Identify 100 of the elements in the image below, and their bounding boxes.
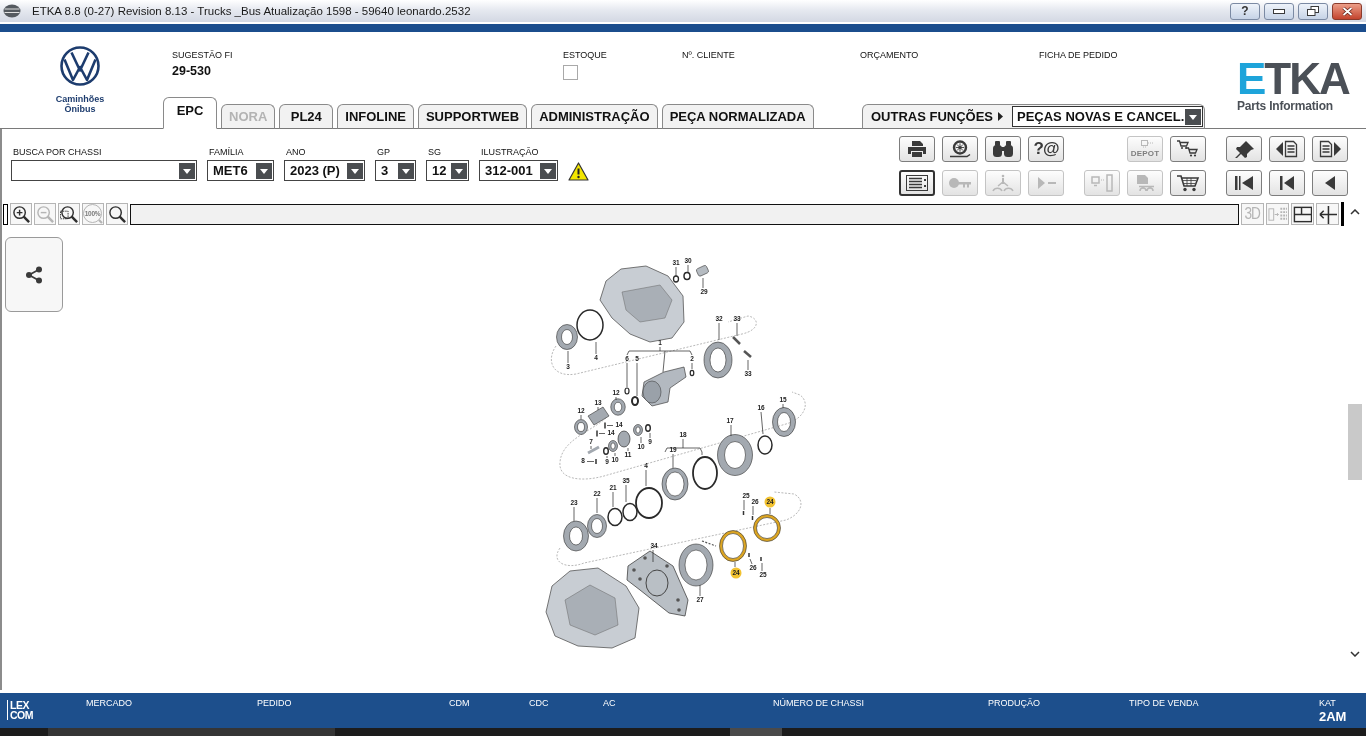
panel-splitter[interactable] [3,203,8,225]
skip-first-icon [1232,174,1256,192]
leader-line [640,436,642,444]
scroll-up-button[interactable] [1350,209,1360,215]
next-document-icon [1318,140,1342,158]
help-button[interactable]: ? [1230,2,1260,20]
leader-line [567,350,569,364]
close-icon [1341,6,1353,16]
zoom-area-button[interactable] [58,203,80,225]
leader-line [687,264,689,273]
share-button[interactable] [5,237,63,312]
leader-line [573,506,575,522]
status-label: TIPO DE VENDA [1129,698,1199,709]
brand-caption: Caminhões Ônibus [55,94,105,114]
field-label: ESTOQUE [563,50,607,61]
pin-button[interactable] [1226,136,1262,162]
select-field[interactable]: 12 [426,160,469,181]
ring-gear [717,434,753,476]
select-field[interactable] [11,160,197,181]
minimize-icon [1273,8,1285,14]
text-field[interactable] [130,203,1239,225]
company-logo: LEX COM [7,700,33,720]
back-to-start-button[interactable] [1269,170,1305,196]
gear-shaft [587,406,610,426]
warning-icon [568,162,589,181]
tab[interactable]: PEÇA NORMALIZADA [661,104,814,129]
cart-button[interactable] [1170,170,1206,196]
washer [645,424,651,432]
search-icon [107,204,127,224]
select-field[interactable]: 312-001 [479,160,558,181]
leader-line [734,561,736,568]
print-button[interactable] [899,136,935,162]
window-title: ETKA 8.8 (0-27) Revision 8.13 - Trucks _Bus Atualização 1598 - 59640 leonardo.2532 [32,5,471,17]
leader-line [652,549,654,563]
previous-document-button[interactable] [1269,136,1305,162]
status-label: CDC [529,698,549,709]
share-icon [25,265,43,284]
carts-icon [1176,140,1200,158]
field-label: FAMÍLIA [209,147,245,158]
wheel-button[interactable] [942,136,978,162]
scrollbar-thumb[interactable] [1348,404,1362,480]
first-button[interactable] [1226,170,1262,196]
cart-icon [1176,174,1200,192]
field-label: GP [377,147,391,158]
tab[interactable]: PL24 [279,104,334,129]
select-field[interactable]: 3 [375,160,416,181]
zoom-in-icon [11,204,31,224]
field-label: BUSCA POR CHASSI [13,147,103,158]
bearing [610,398,626,416]
split-view-button[interactable] [1316,203,1339,225]
minimize-button[interactable] [1264,2,1294,20]
synchro-ring [719,530,747,562]
magnifier-handle-icon [98,219,103,224]
cart-transfer-button[interactable] [1170,136,1206,162]
snap-ring [757,435,773,455]
bearing-race [661,467,689,501]
checkbox[interactable] [563,65,578,80]
vehicle-info-icon [991,174,1015,192]
select-field[interactable]: 2023 (P) [284,160,365,181]
triangle-right-icon [998,112,1003,121]
zoom-in-button[interactable] [10,203,32,225]
tab[interactable]: ADMINISTRAÇÃO [531,104,658,129]
functions-dropdown[interactable]: PEÇAS NOVAS E CANCEL. [1012,106,1203,127]
magnifier-button[interactable] [106,203,128,225]
restore-button[interactable] [1298,2,1328,20]
tab[interactable]: SUPPORTWEB [417,104,528,129]
pin [701,540,717,547]
contact-button[interactable]: ?@ [1028,136,1064,162]
layout-button[interactable] [1291,203,1314,225]
leader-line [699,584,701,597]
zoom-out-icon [35,204,55,224]
scroll-down-button[interactable] [1350,651,1360,657]
close-button[interactable] [1332,2,1362,20]
list-button[interactable] [899,170,935,196]
zoom-area-icon [59,204,79,224]
select-field[interactable]: MET6 [207,160,274,181]
previous-button[interactable] [1312,170,1348,196]
bearing [563,520,589,552]
leader-line [627,447,629,452]
shaft-seal [556,324,578,350]
search-binoculars-button[interactable] [985,136,1021,162]
field-label: ORÇAMENTO [860,50,919,61]
leader-line [782,403,784,409]
restore-icon [1307,6,1319,16]
logo-tagline: Parts Information [1237,99,1334,113]
tab[interactable]: EPC [163,97,217,129]
leader-line [615,396,617,401]
app-icon [3,4,21,18]
next-document-button[interactable] [1312,136,1348,162]
terminal-icon [1090,174,1114,192]
pin [587,445,600,455]
field-label: ILUSTRAÇÃO [481,147,540,158]
leader-line [649,432,651,439]
tab[interactable]: INFOLINE [337,104,414,129]
product-logo: ETKA [1237,61,1349,97]
leader-line [730,424,732,437]
leader-line [606,425,614,426]
status-label: PEDIDO [257,698,292,709]
leader-line [595,341,597,355]
list-icon [905,174,929,192]
